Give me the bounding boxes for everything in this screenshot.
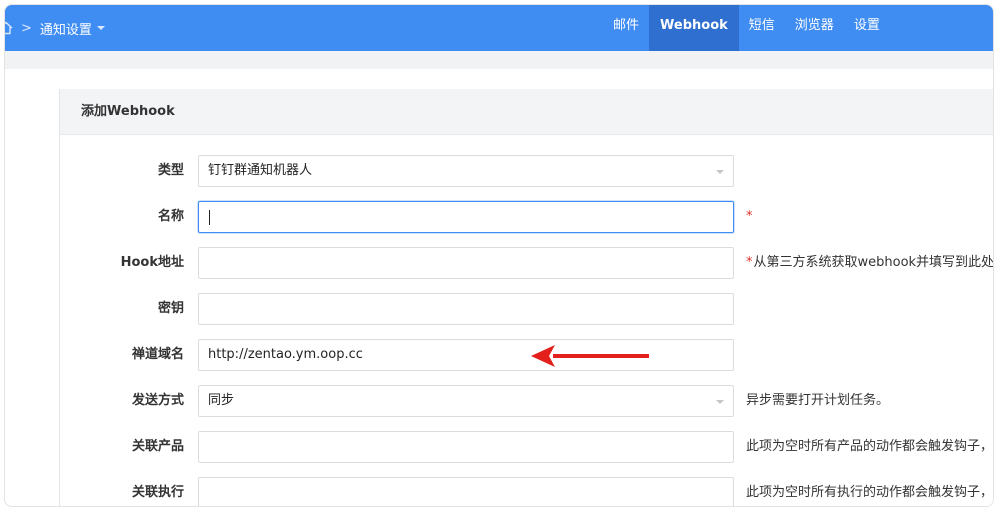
form-row-secret: 密钥: [60, 293, 993, 325]
products-hint: 此项为空时所有产品的动作都会触发钩子，: [746, 439, 994, 454]
main-nav: 邮件 Webhook 短信 浏览器 设置: [603, 5, 890, 51]
nav-mail[interactable]: 邮件: [603, 5, 649, 51]
name-label: 名称: [157, 209, 184, 224]
red-arrow-annotation-icon: [531, 345, 649, 367]
nav-browser[interactable]: 浏览器: [785, 5, 844, 51]
executions-select[interactable]: [198, 477, 734, 506]
domain-input[interactable]: http://zentao.ym.oop.cc: [198, 339, 734, 371]
secret-input[interactable]: [198, 293, 734, 325]
top-navbar: > 通知设置 邮件 Webhook 短信 浏览器 设置: [5, 5, 993, 51]
nav-settings[interactable]: 设置: [844, 5, 890, 51]
hook-required-marker: *: [746, 255, 753, 270]
hook-hint-text: 从第三方系统获取webhook并填写到此处。: [753, 255, 994, 270]
chevron-down-icon: [716, 400, 724, 404]
form-row-domain: 禅道域名 http://zentao.ym.oop.cc: [60, 339, 993, 371]
hook-hint: *从第三方系统获取webhook并填写到此处。: [746, 247, 994, 279]
breadcrumb-separator: >: [21, 20, 32, 36]
domain-input-value: http://zentao.ym.oop.cc: [208, 347, 363, 362]
form-row-name: 名称 *: [60, 201, 993, 233]
form-row-hook: Hook地址 *从第三方系统获取webhook并填写到此处。: [60, 247, 994, 279]
name-required-marker: *: [746, 209, 753, 224]
type-select[interactable]: 钉钉群通知机器人: [198, 155, 734, 187]
products-select[interactable]: [198, 431, 734, 463]
panel-title: 添加Webhook: [60, 89, 993, 135]
form-row-send: 发送方式 同步 异步需要打开计划任务。: [60, 385, 993, 417]
breadcrumb-current[interactable]: 通知设置: [40, 19, 92, 38]
products-label: 关联产品: [131, 439, 184, 454]
name-input[interactable]: [198, 201, 734, 233]
domain-label: 禅道域名: [131, 347, 184, 362]
executions-label: 关联执行: [131, 485, 184, 500]
chevron-down-icon[interactable]: [96, 26, 105, 30]
nav-webhook[interactable]: Webhook: [649, 5, 739, 51]
hook-label: Hook地址: [120, 255, 184, 270]
type-label: 类型: [157, 163, 184, 178]
hook-url-input[interactable]: [198, 247, 734, 279]
send-label: 发送方式: [131, 393, 184, 408]
page-background-band: [5, 51, 993, 69]
form-row-executions: 关联执行 此项为空时所有执行的动作都会触发钩子，: [60, 477, 994, 506]
app-window: > 通知设置 邮件 Webhook 短信 浏览器 设置 添加Webhook 类型…: [4, 4, 994, 507]
type-select-value: 钉钉群通知机器人: [208, 163, 313, 178]
breadcrumb: > 通知设置: [5, 5, 105, 51]
executions-hint: 此项为空时所有执行的动作都会触发钩子，: [746, 485, 994, 500]
add-webhook-panel: 添加Webhook 类型 钉钉群通知机器人 名称 * Hook地址 *从第三方系…: [59, 89, 994, 506]
form-row-products: 关联产品 此项为空时所有产品的动作都会触发钩子，: [60, 431, 994, 463]
send-mode-select[interactable]: 同步: [198, 385, 734, 417]
text-cursor: [209, 210, 210, 225]
secret-label: 密钥: [157, 301, 184, 316]
chevron-down-icon: [716, 170, 724, 174]
home-icon[interactable]: [5, 21, 13, 35]
send-hint: 异步需要打开计划任务。: [746, 393, 890, 408]
nav-sms[interactable]: 短信: [739, 5, 785, 51]
send-mode-value: 同步: [208, 393, 235, 408]
form-row-type: 类型 钉钉群通知机器人: [60, 155, 993, 187]
